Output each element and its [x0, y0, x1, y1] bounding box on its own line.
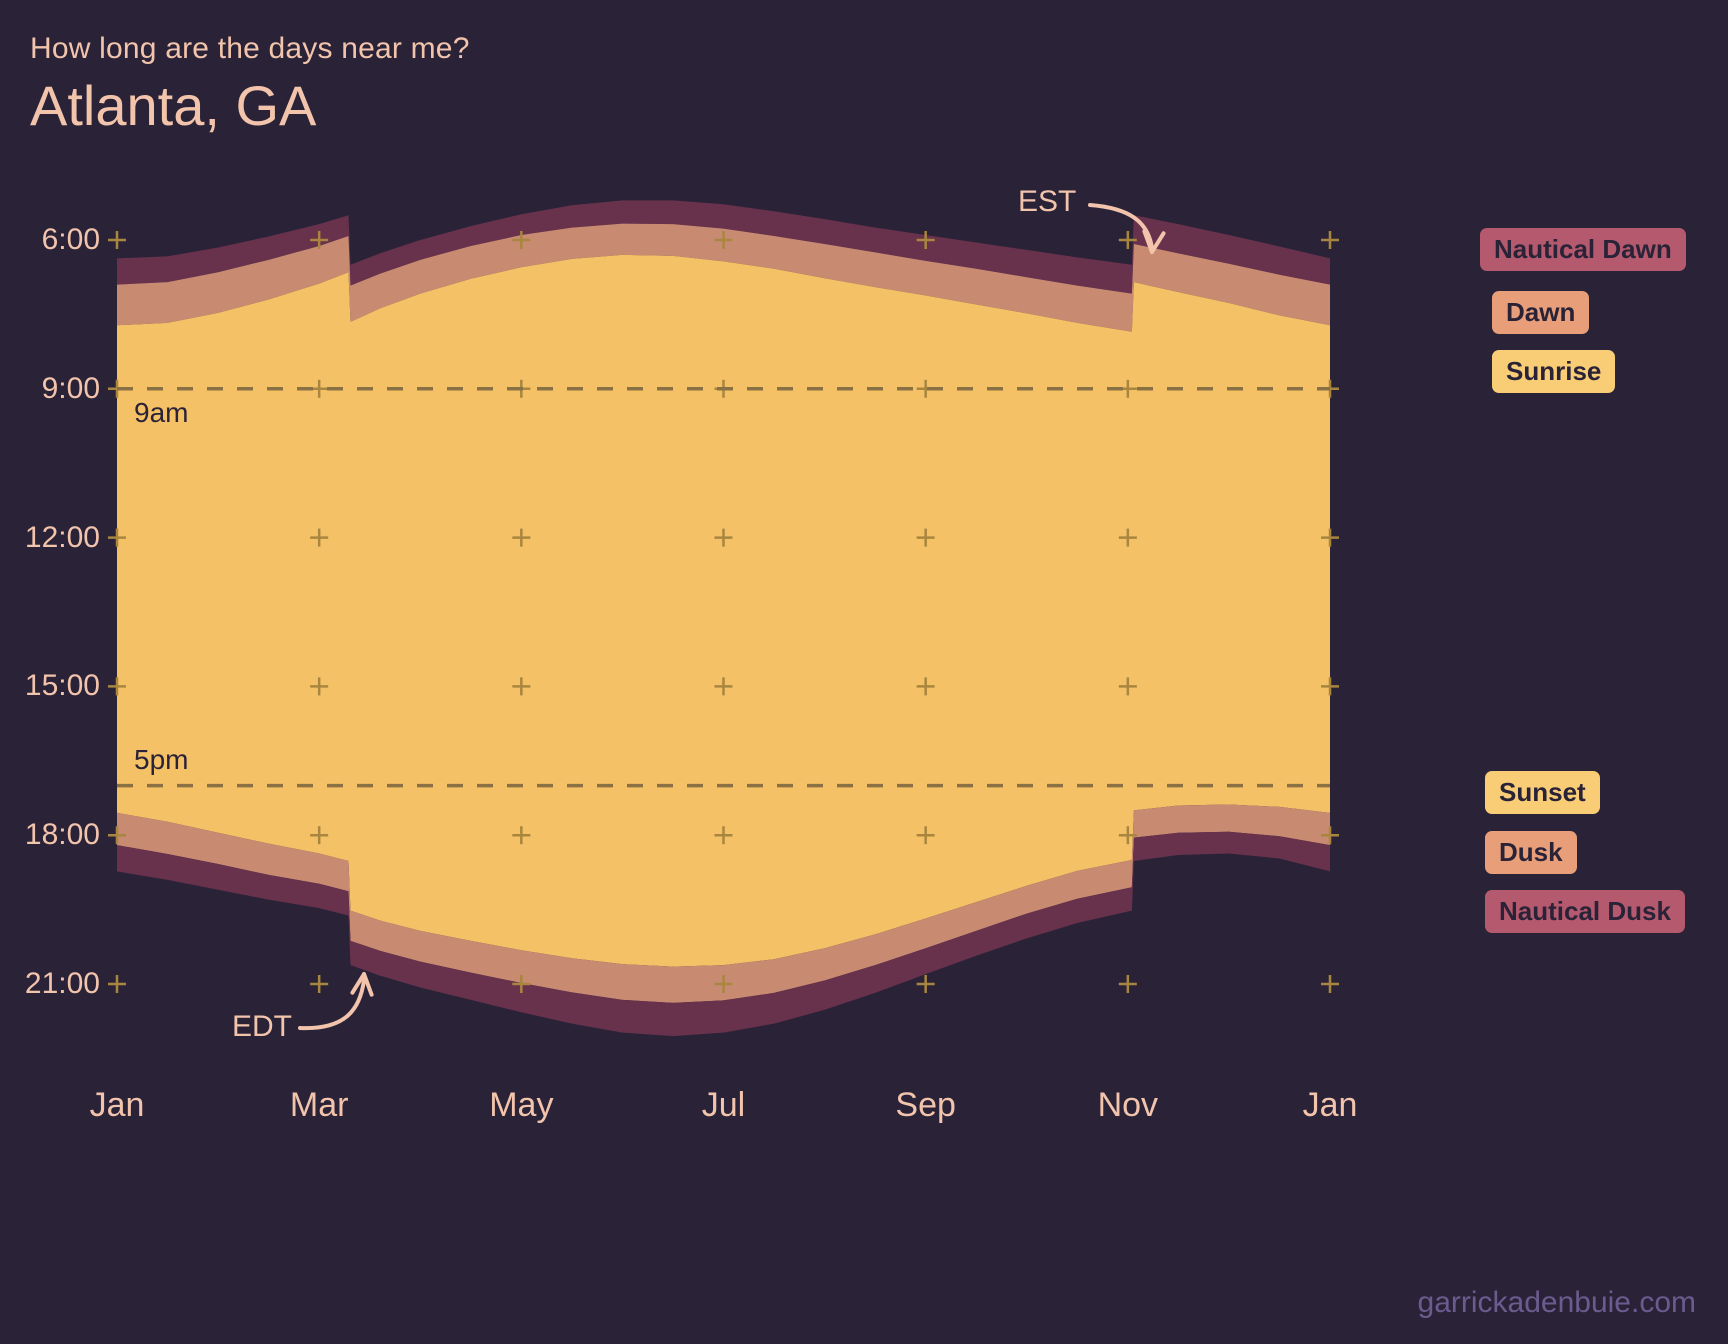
y-axis-tick-label: 12:00 [24, 520, 100, 554]
legend-item-dusk[interactable]: Dusk [1485, 831, 1577, 874]
legend-item-nautical-dawn[interactable]: Nautical Dawn [1480, 228, 1686, 271]
y-axis-tick-label: 15:00 [24, 669, 100, 703]
x-axis-tick-label: Nov [1097, 1086, 1159, 1124]
x-axis-tick-label: Jan [1302, 1086, 1358, 1124]
x-axis-tick-label: Mar [289, 1086, 349, 1124]
daylight-chart [108, 200, 1339, 1037]
legend-item-sunset[interactable]: Sunset [1485, 771, 1600, 814]
chart-bands [117, 200, 1330, 1037]
y-axis: 6:00 9:00 12:00 15:00 18:00 21:00 [0, 0, 100, 1344]
x-axis-tick-label: May [489, 1086, 554, 1124]
y-axis-tick-label: 6:00 [41, 223, 100, 256]
y-axis-tick-label: 18:00 [24, 818, 100, 852]
legend-item-sunrise[interactable]: Sunrise [1492, 350, 1616, 393]
annotation-est: EST [1018, 185, 1077, 218]
annotation-5pm: 5pm [134, 743, 189, 775]
x-axis-tick-label: Sep [895, 1086, 956, 1124]
annotation-9am: 9am [134, 396, 189, 428]
y-axis-tick-label: 21:00 [24, 967, 100, 1000]
legend-item-nautical-dusk[interactable]: Nautical Dusk [1485, 890, 1685, 933]
x-axis-tick-label: Jul [701, 1086, 746, 1124]
annotation-edt: EDT [232, 1010, 292, 1043]
legend-item-dawn[interactable]: Dawn [1492, 291, 1590, 334]
x-axis-tick-label: Jan [89, 1086, 145, 1124]
site-watermark: garrickadenbuie.com [1417, 1286, 1696, 1319]
chart-page: How long are the days near me? Atlanta, … [0, 0, 1728, 1344]
y-axis-tick-label: 9:00 [41, 371, 100, 405]
